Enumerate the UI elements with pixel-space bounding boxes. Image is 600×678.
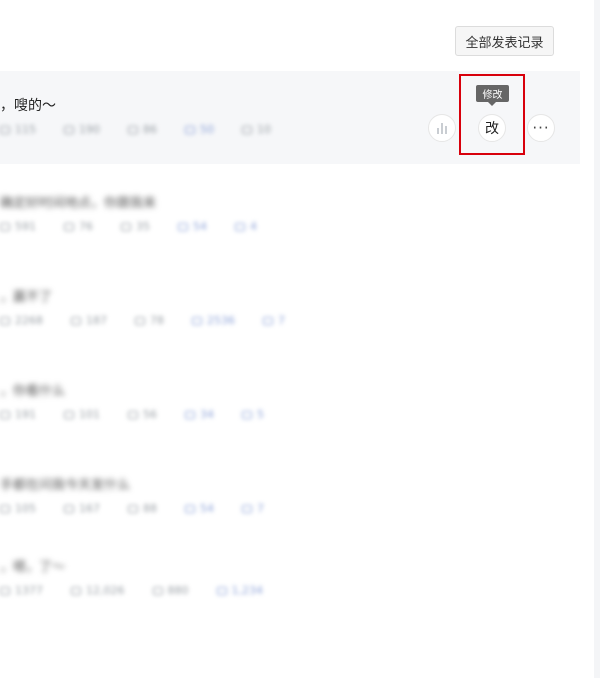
comment-icon bbox=[135, 316, 145, 325]
eye-icon bbox=[0, 316, 10, 325]
comment-icon bbox=[128, 504, 138, 513]
post-title: ，赢不了 bbox=[0, 290, 53, 305]
comment-icon bbox=[152, 586, 163, 595]
eye-icon bbox=[0, 504, 10, 513]
like-icon bbox=[64, 222, 74, 231]
share-icon bbox=[216, 586, 227, 595]
comment-icon bbox=[128, 125, 138, 134]
stat-favorites: 10 bbox=[242, 123, 271, 136]
post-stats: 105 167 88 54 7 bbox=[0, 502, 292, 515]
post-row[interactable]: ，嗯，了～ 1377 12,026 880 1,234 bbox=[0, 540, 580, 610]
statistics-button[interactable] bbox=[428, 114, 456, 142]
comment-icon bbox=[121, 222, 131, 231]
like-icon bbox=[64, 125, 74, 134]
edit-tooltip: 修改 bbox=[476, 85, 509, 106]
star-icon bbox=[235, 222, 245, 231]
eye-icon bbox=[0, 222, 10, 231]
eye-icon bbox=[0, 586, 10, 595]
stat-likes: 190 bbox=[64, 123, 100, 136]
bar-chart-icon bbox=[437, 122, 447, 134]
all-publish-history-button[interactable]: 全部发表记录 bbox=[455, 26, 554, 56]
edit-button[interactable]: 改 bbox=[478, 114, 506, 142]
post-title: 确定好时间地点，你跟我来 bbox=[0, 196, 157, 211]
like-icon bbox=[64, 410, 74, 419]
post-stats: 115 190 86 50 10 bbox=[0, 123, 299, 136]
post-stats: 2268 187 78 2536 7 bbox=[0, 314, 313, 327]
post-title: 手都在问我今天发什么 bbox=[0, 478, 131, 493]
like-icon bbox=[71, 316, 81, 325]
comment-icon bbox=[128, 410, 138, 419]
post-stats: 1377 12,026 880 1,234 bbox=[0, 584, 291, 597]
like-icon bbox=[64, 504, 74, 513]
star-icon bbox=[242, 125, 252, 134]
stat-views: 115 bbox=[0, 123, 36, 136]
like-icon bbox=[71, 586, 81, 595]
share-icon bbox=[185, 410, 195, 419]
right-scroll-edge bbox=[594, 0, 600, 678]
post-title: ，你看什么 bbox=[0, 384, 66, 399]
star-icon bbox=[242, 410, 252, 419]
post-stats: 591 76 35 54 4 bbox=[0, 220, 285, 233]
stat-comments: 86 bbox=[128, 123, 157, 136]
post-title: ，嗯，了～ bbox=[0, 560, 66, 575]
post-row-active[interactable]: ，嗖的～ 115 190 86 50 10 改 ··· 修改 bbox=[0, 71, 580, 164]
post-row[interactable]: 确定好时间地点，你跟我来 591 76 35 54 4 bbox=[0, 164, 580, 258]
stat-shares: 50 bbox=[185, 123, 214, 136]
star-icon bbox=[242, 504, 252, 513]
share-icon bbox=[185, 125, 195, 134]
share-icon bbox=[192, 316, 202, 325]
post-row[interactable]: ，你看什么 191 101 56 34 5 bbox=[0, 352, 580, 446]
star-icon bbox=[263, 316, 273, 325]
post-stats: 191 101 56 34 5 bbox=[0, 408, 292, 421]
eye-icon bbox=[0, 410, 10, 419]
share-icon bbox=[185, 504, 195, 513]
share-icon bbox=[178, 222, 188, 231]
post-row[interactable]: ，赢不了 2268 187 78 2536 7 bbox=[0, 258, 580, 352]
eye-icon bbox=[0, 125, 10, 134]
post-title: ，嗖的～ bbox=[0, 98, 56, 114]
post-row[interactable]: 手都在问我今天发什么 105 167 88 54 7 bbox=[0, 446, 580, 540]
more-options-button[interactable]: ··· bbox=[527, 114, 555, 142]
